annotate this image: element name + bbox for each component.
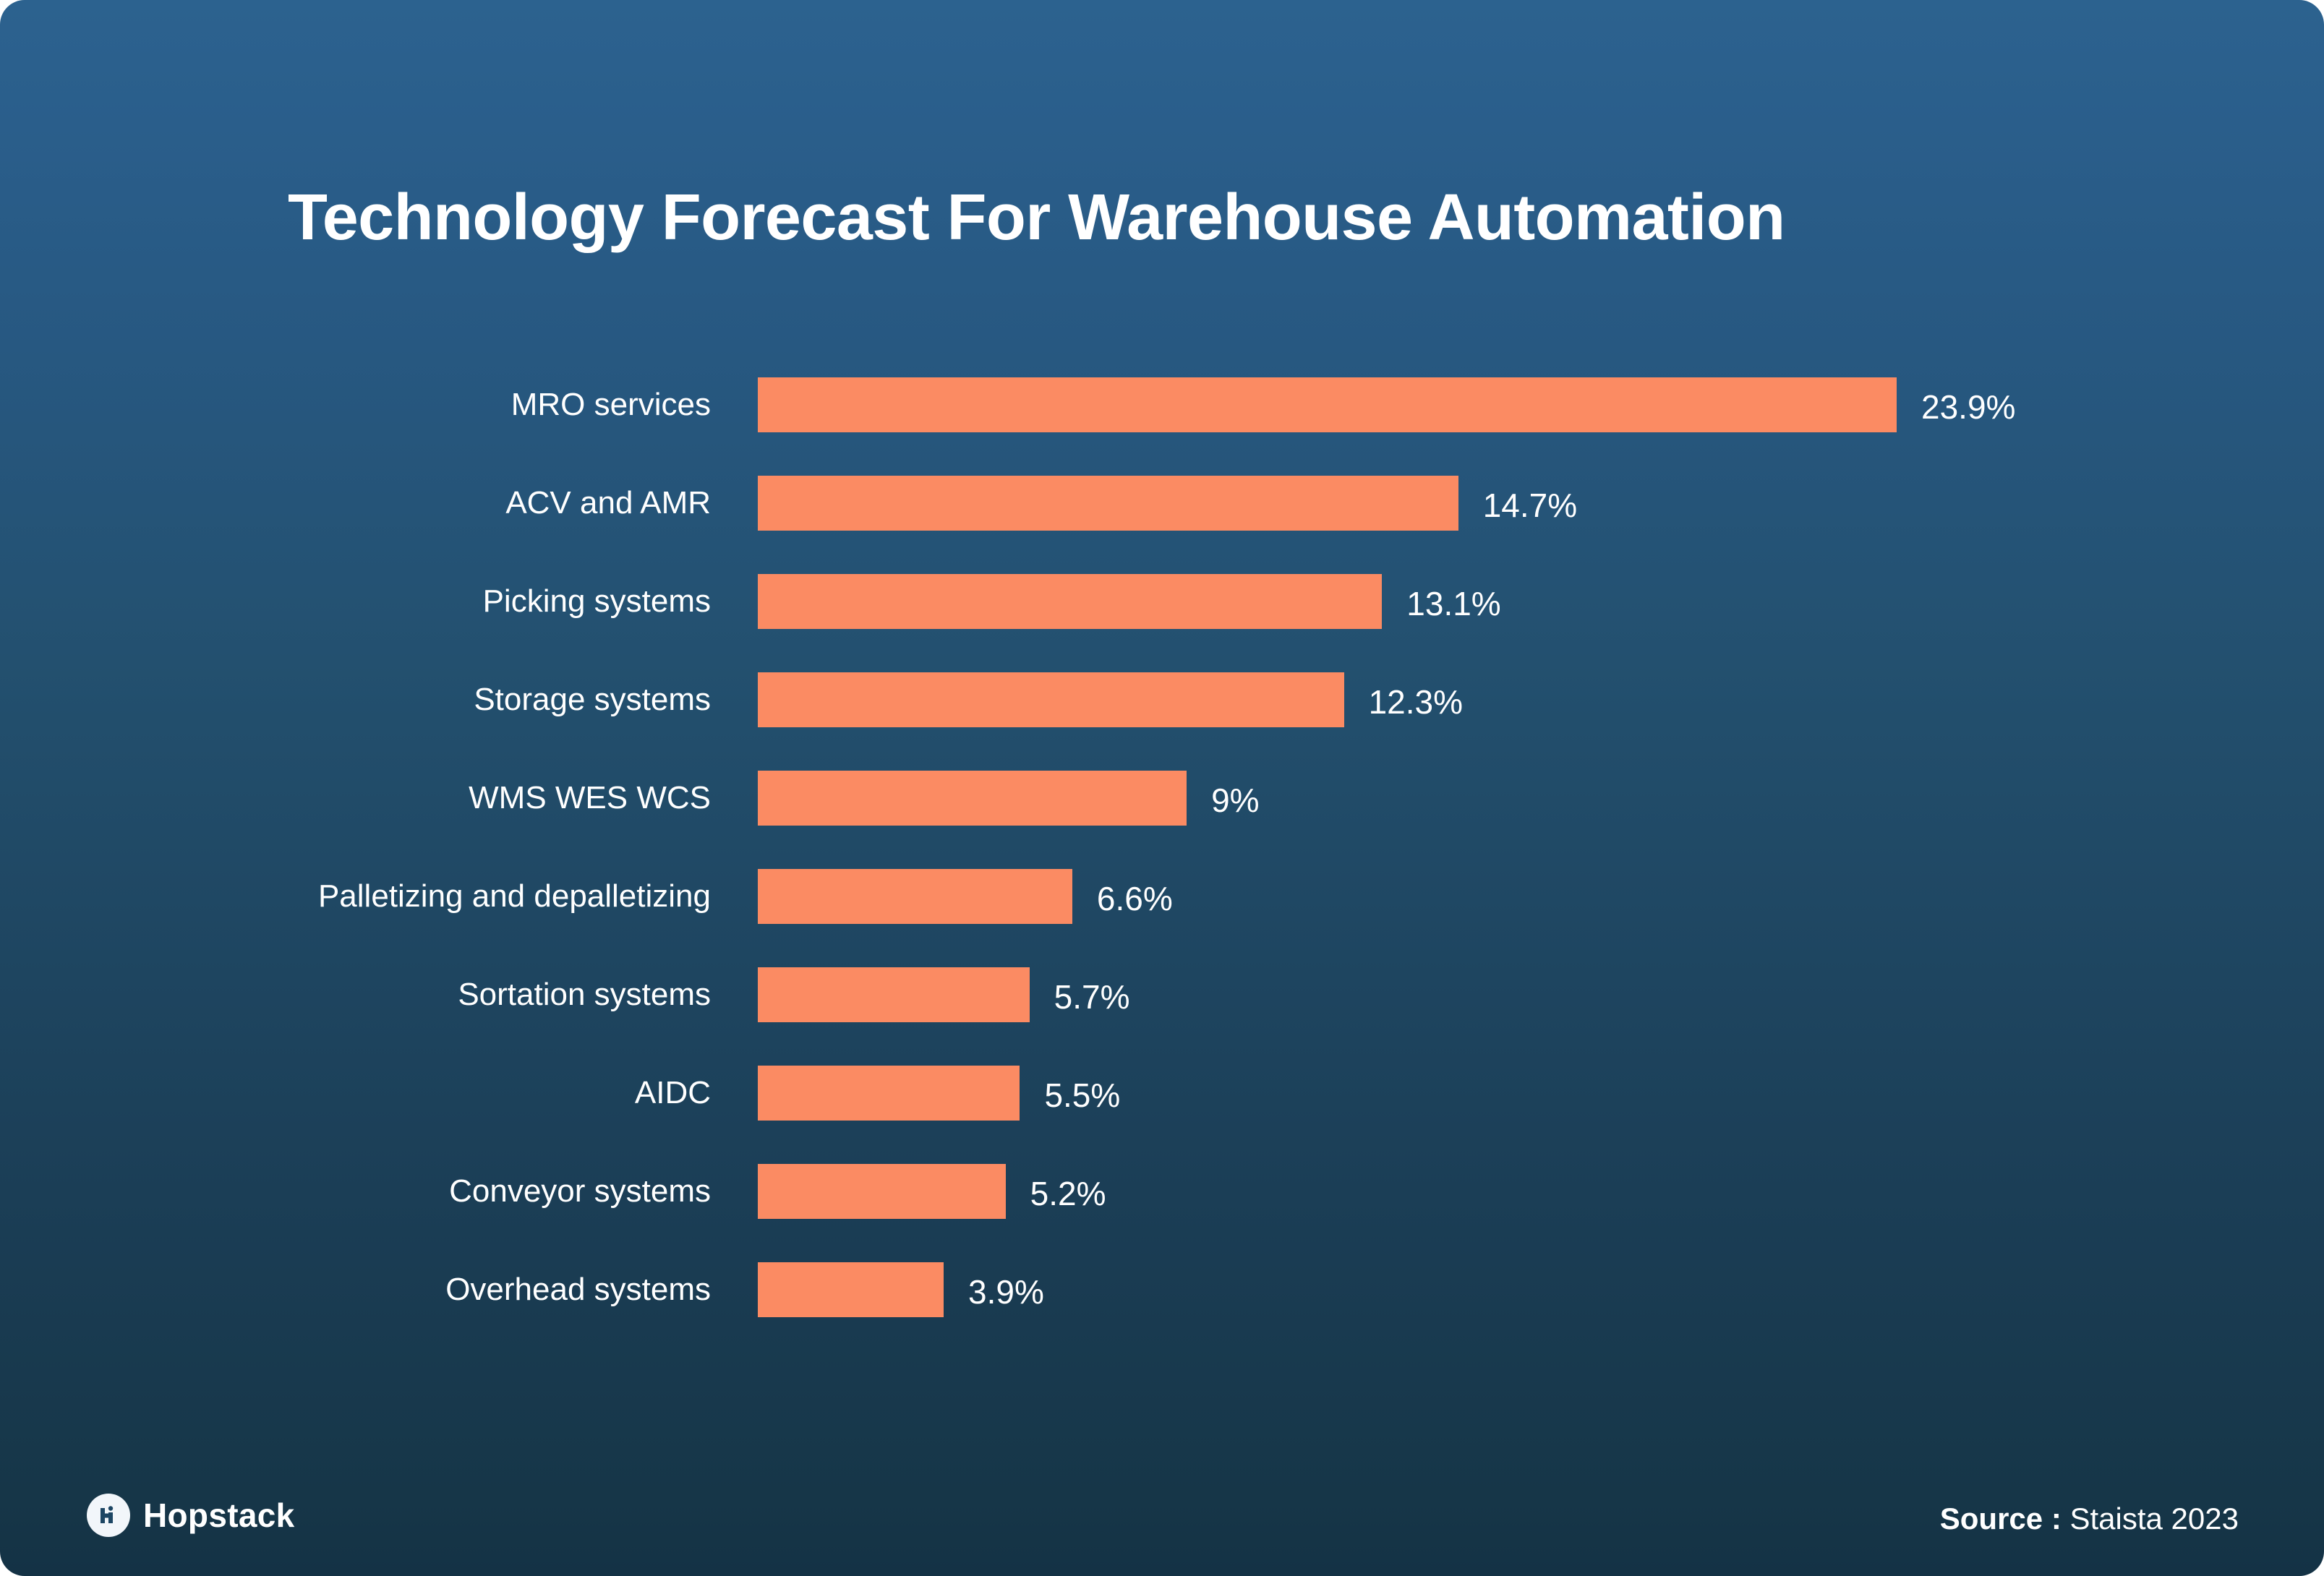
bar-row: AIDC 5.5%: [0, 1066, 2324, 1121]
bar: [758, 1066, 1020, 1121]
brand-name: Hopstack: [143, 1496, 295, 1534]
bar-row: Overhead systems 3.9%: [0, 1262, 2324, 1317]
bar-and-value: 13.1%: [758, 574, 1501, 629]
category-label: Overhead systems: [445, 1271, 711, 1307]
bar-row: Conveyor systems 5.2%: [0, 1164, 2324, 1219]
value-label: 5.2%: [1030, 1175, 1106, 1212]
bar-row: MRO services 23.9%: [0, 377, 2324, 432]
bar: [758, 476, 1458, 531]
value-label: 14.7%: [1482, 487, 1578, 524]
bar: [758, 967, 1030, 1022]
category-label: WMS WES WCS: [469, 779, 711, 815]
value-label: 13.1%: [1406, 585, 1501, 622]
category-label: Picking systems: [482, 583, 711, 619]
bar-and-value: 6.6%: [758, 869, 1173, 924]
bar: [758, 574, 1383, 629]
category-label: Palletizing and depalletizing: [317, 878, 711, 914]
bar: [758, 672, 1344, 727]
bar-and-value: 5.5%: [758, 1066, 1120, 1121]
source-label: Source :: [1939, 1502, 2062, 1536]
bar-and-value: 5.2%: [758, 1164, 1106, 1219]
bar-row: Sortation systems 5.7%: [0, 967, 2324, 1022]
category-label: Sortation systems: [458, 976, 711, 1012]
bar-and-value: 3.9%: [758, 1262, 1044, 1317]
infographic-card: Technology Forecast For Warehouse Automa…: [0, 0, 2324, 1576]
value-label: 6.6%: [1096, 880, 1173, 917]
value-label: 12.3%: [1368, 683, 1463, 721]
bar: [758, 1164, 1006, 1219]
bar-row: WMS WES WCS 9%: [0, 771, 2324, 826]
bar-and-value: 12.3%: [758, 672, 1463, 727]
source-value: Staista 2023: [2069, 1502, 2239, 1536]
bar: [758, 869, 1072, 924]
bar: [758, 377, 1897, 432]
value-label: 9%: [1211, 781, 1260, 819]
category-label: ACV and AMR: [505, 484, 711, 521]
bar-and-value: 23.9%: [758, 377, 2015, 432]
value-label: 5.7%: [1054, 978, 1130, 1016]
bar-row: Palletizing and depalletizing 6.6%: [0, 869, 2324, 924]
page-title: Technology Forecast For Warehouse Automa…: [288, 181, 1785, 254]
bar-row: Storage systems 12.3%: [0, 672, 2324, 727]
bar: [758, 771, 1187, 826]
bar-and-value: 5.7%: [758, 967, 1129, 1022]
category-label: MRO services: [510, 386, 711, 422]
bar-chart: MRO services 23.9% ACV and AMR 14.7% Picking…: [0, 361, 2324, 1374]
bar-and-value: 9%: [758, 771, 1260, 826]
category-label: Conveyor systems: [449, 1173, 711, 1209]
brand-logo: Hopstack: [87, 1494, 294, 1537]
bar-and-value: 14.7%: [758, 476, 1577, 531]
bar-row: Picking systems 13.1%: [0, 574, 2324, 629]
category-label: Storage systems: [474, 681, 711, 717]
value-label: 23.9%: [1921, 388, 2016, 426]
category-label: AIDC: [634, 1074, 711, 1110]
value-label: 5.5%: [1044, 1076, 1121, 1114]
hopstack-hi-monogram-icon: [87, 1494, 130, 1537]
bar: [758, 1262, 944, 1317]
source-attribution: Source : Staista 2023: [1940, 1504, 2239, 1534]
bar-row: ACV and AMR 14.7%: [0, 476, 2324, 531]
value-label: 3.9%: [968, 1273, 1044, 1311]
